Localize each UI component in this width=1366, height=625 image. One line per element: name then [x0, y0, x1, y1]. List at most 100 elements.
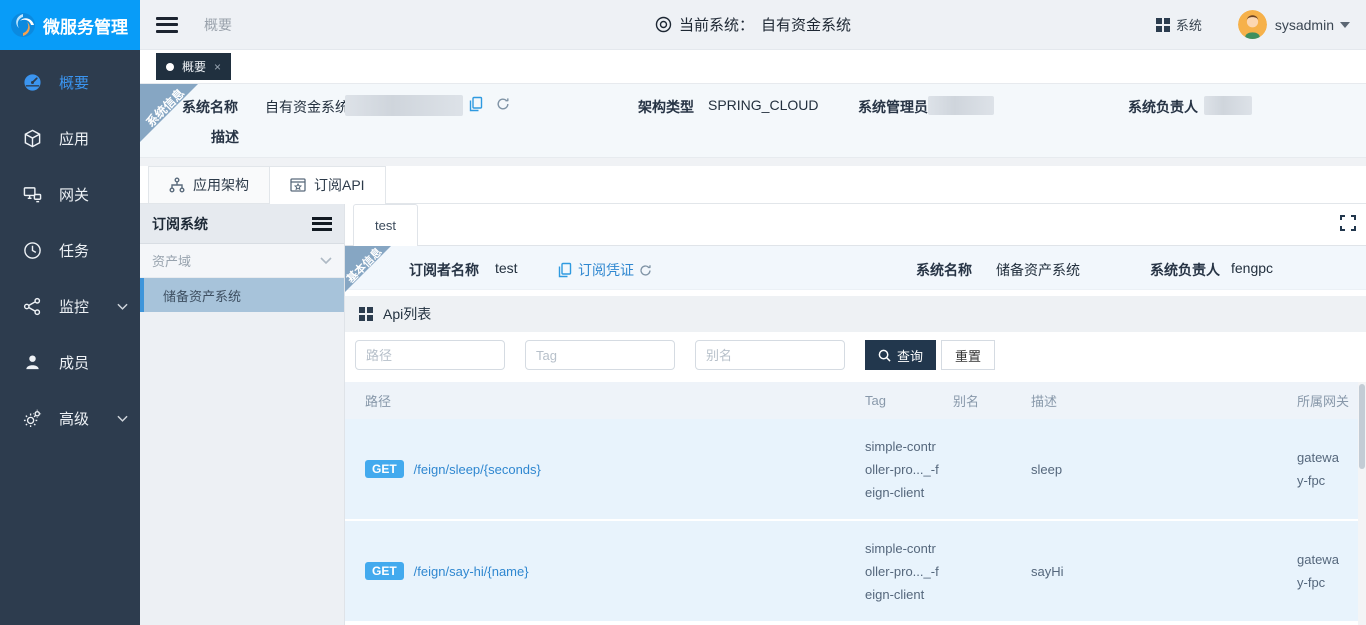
sidebar-item-label: 应用 [59, 128, 89, 149]
credential-link[interactable]: 订阅凭证 [557, 260, 652, 280]
module-tab-app-arch[interactable]: 应用架构 [148, 166, 270, 203]
tag-label: 概要 [182, 58, 206, 75]
close-icon[interactable]: × [214, 61, 221, 73]
chevron-down-icon [320, 257, 332, 265]
brand-title: 微服务管理 [43, 13, 128, 38]
sidebar-item-apps[interactable]: 应用 [0, 110, 140, 166]
detail-system-label: 系统名称 [916, 260, 972, 280]
desc-cell: sayHi [1031, 564, 1297, 579]
method-badge: GET [365, 562, 404, 580]
main-column: 概要 当前系统： 自有资金系统 系统 [140, 0, 1366, 625]
tree-items: 储备资产系统 [140, 278, 344, 312]
api-window-icon [290, 177, 306, 193]
api-list-header: Api列表 [345, 296, 1366, 332]
task-clock-icon [23, 241, 42, 260]
sidebar-item-label: 网关 [59, 184, 89, 205]
active-dot-icon [166, 63, 174, 71]
filter-input-tag[interactable] [525, 340, 675, 370]
arch-type-value: SPRING_CLOUD [708, 97, 818, 113]
sidebar-item-label: 监控 [59, 296, 89, 317]
tab-test[interactable]: test [353, 204, 418, 245]
table-row[interactable]: GET /feign/say-hi/{name} simple-controll… [345, 521, 1366, 623]
detail-owner-value: fengpc [1231, 260, 1273, 276]
copy-icon [557, 262, 573, 278]
dashboard-icon [23, 73, 42, 92]
brand-logo[interactable]: 微服务管理 [0, 0, 140, 50]
member-icon [23, 353, 42, 372]
sidebar-item-overview[interactable]: 概要 [0, 54, 140, 110]
scrollbar-thumb[interactable] [1359, 384, 1365, 469]
avatar[interactable] [1238, 10, 1267, 39]
topbar-right: 系统 sysadmin [1156, 10, 1350, 39]
brand-swirl-icon [10, 12, 36, 38]
sidebar-toggle-icon[interactable] [156, 17, 178, 33]
system-info-banner: 系统信息 系统名称 自有资金系统 架构类型 SPRING_CLOUD 系统管理员… [140, 84, 1366, 158]
gateway-cell: gateway-fpc [1297, 446, 1354, 492]
table-body: GET /feign/sleep/{seconds} simple-contro… [345, 419, 1366, 623]
breadcrumb: 概要 [204, 15, 232, 35]
sidebar-item-label: 成员 [59, 352, 89, 373]
sidebar-item-monitor[interactable]: 监控 [0, 278, 140, 334]
subscribe-panel-header: 订阅系统 [140, 204, 344, 244]
monitor-share-icon [23, 297, 42, 316]
sidebar-item-label: 高级 [59, 408, 89, 429]
grid-icon [1156, 18, 1170, 32]
tags-bar: 概要 × [140, 50, 1366, 84]
caret-down-icon [1340, 22, 1350, 28]
current-system-label: 当前系统： [679, 14, 754, 35]
refresh-icon[interactable] [496, 97, 510, 114]
advanced-gear-icon [23, 409, 42, 428]
system-name-label: 系统名称 [182, 97, 238, 117]
filter-input-path[interactable] [355, 340, 505, 370]
tree-item-system[interactable]: 储备资产系统 [140, 278, 344, 312]
desc-label: 描述 [211, 127, 239, 147]
eye-target-icon [655, 16, 672, 33]
module-tab-sub-api[interactable]: 订阅API [269, 166, 386, 203]
refresh-icon[interactable] [639, 264, 652, 277]
copy-icon[interactable] [468, 96, 484, 115]
sidebar-item-gateway[interactable]: 网关 [0, 166, 140, 222]
column-header: 别名 [953, 391, 1031, 410]
app-cube-icon [23, 129, 42, 148]
sidebar-item-advanced[interactable]: 高级 [0, 390, 140, 446]
api-path-link[interactable]: /feign/say-hi/{name} [414, 564, 529, 579]
apps-menu-label: 系统 [1176, 15, 1202, 34]
basic-info-band: 基本信息 订阅者名称 test 订阅凭证 系统名称 储备资产系统 [345, 246, 1366, 290]
module-tab-label: 应用架构 [193, 175, 249, 195]
api-table: 路径Tag别名描述所属网关 GET /feign/sleep/{seconds}… [345, 382, 1366, 625]
tree-group-domain[interactable]: 资产域 [140, 244, 344, 278]
sidebar-item-members[interactable]: 成员 [0, 334, 140, 390]
section-grid-icon [359, 307, 373, 321]
user-menu-button[interactable]: sysadmin [1275, 17, 1350, 33]
redacted-system-name [345, 95, 463, 116]
table-row[interactable]: GET /feign/sleep/{seconds} simple-contro… [345, 419, 1366, 521]
username: sysadmin [1275, 17, 1334, 33]
table-scrollbar[interactable] [1358, 382, 1366, 625]
panel-collapse-icon[interactable] [312, 217, 332, 231]
tag-overview[interactable]: 概要 × [156, 53, 231, 80]
chevron-down-icon [117, 410, 128, 427]
filter-input-alias[interactable] [695, 340, 845, 370]
subscriber-name-value: test [495, 260, 518, 276]
tag-cell: simple-controller-pro..._-feign-client [865, 435, 953, 504]
column-header: 所属网关 [1297, 391, 1354, 410]
system-admin-label: 系统管理员 [858, 97, 928, 117]
reset-button[interactable]: 重置 [941, 340, 995, 370]
topbar: 概要 当前系统： 自有资金系统 系统 [140, 0, 1366, 50]
tree-group-label: 资产域 [152, 251, 191, 270]
search-icon [878, 349, 891, 362]
method-badge: GET [365, 460, 404, 478]
current-system: 当前系统： 自有资金系统 [655, 14, 851, 35]
content: test 基本信息 订阅者名称 test [345, 204, 1366, 625]
fullscreen-icon[interactable] [1340, 215, 1356, 236]
apps-menu-button[interactable]: 系统 [1156, 15, 1202, 34]
module-tab-label: 订阅API [314, 175, 365, 195]
desc-cell: sleep [1031, 462, 1297, 477]
module-tabs: 应用架构 订阅API [140, 166, 1366, 204]
api-path-link[interactable]: /feign/sleep/{seconds} [414, 462, 541, 477]
search-button[interactable]: 查询 [865, 340, 936, 370]
sidebar-item-tasks[interactable]: 任务 [0, 222, 140, 278]
sitemap-icon [169, 177, 185, 193]
tab-test-label: test [375, 218, 396, 233]
gateway-icon [23, 185, 42, 204]
